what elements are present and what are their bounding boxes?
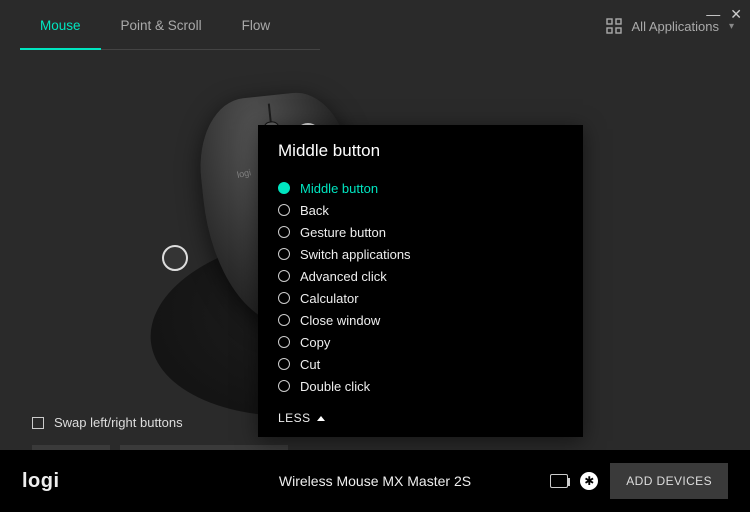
radio-icon <box>278 380 290 392</box>
option-label: Back <box>300 203 329 218</box>
option-close-window[interactable]: Close window <box>278 309 573 331</box>
tab-point-scroll[interactable]: Point & Scroll <box>101 2 222 49</box>
mouse-brand-text: logi <box>236 167 252 180</box>
option-label: Advanced click <box>300 269 387 284</box>
hotspot-thumb-button[interactable] <box>162 245 188 271</box>
option-label: Cut <box>300 357 320 372</box>
add-devices-button[interactable]: ADD DEVICES <box>610 463 728 499</box>
minimize-button[interactable]: — <box>706 6 720 23</box>
less-label: LESS <box>278 411 311 425</box>
tab-bar: Mouse Point & Scroll Flow All Applicatio… <box>0 0 750 50</box>
option-calculator[interactable]: Calculator <box>278 287 573 309</box>
popover-title: Middle button <box>258 125 583 173</box>
option-label: Double click <box>300 379 370 394</box>
radio-icon <box>278 226 290 238</box>
less-toggle[interactable]: LESS <box>258 401 583 437</box>
option-double-click[interactable]: Double click <box>278 375 573 397</box>
radio-icon <box>278 314 290 326</box>
receiver-icon[interactable]: ✱ <box>580 472 598 490</box>
option-copy[interactable]: Copy <box>278 331 573 353</box>
option-label: Middle button <box>300 181 378 196</box>
radio-icon <box>278 292 290 304</box>
tab-flow[interactable]: Flow <box>222 2 291 49</box>
battery-icon[interactable] <box>550 474 568 488</box>
option-back[interactable]: Back <box>278 199 573 221</box>
app-grid-icon[interactable] <box>606 18 622 34</box>
option-label: Switch applications <box>300 247 411 262</box>
option-label: Calculator <box>300 291 359 306</box>
options-list: Middle button Back Gesture button Switch… <box>258 173 583 401</box>
option-label: Copy <box>300 335 330 350</box>
option-switch-applications[interactable]: Switch applications <box>278 243 573 265</box>
radio-icon <box>278 270 290 282</box>
radio-icon <box>278 336 290 348</box>
tab-mouse[interactable]: Mouse <box>20 2 101 49</box>
option-cut[interactable]: Cut <box>278 353 573 375</box>
radio-icon <box>278 204 290 216</box>
radio-icon <box>278 358 290 370</box>
radio-icon <box>278 248 290 260</box>
option-label: Gesture button <box>300 225 386 240</box>
chevron-up-icon <box>317 416 325 421</box>
option-label: Close window <box>300 313 380 328</box>
swap-label: Swap left/right buttons <box>54 415 183 430</box>
option-advanced-click[interactable]: Advanced click <box>278 265 573 287</box>
option-middle-button[interactable]: Middle button <box>278 177 573 199</box>
close-button[interactable]: ✕ <box>730 6 742 23</box>
option-gesture-button[interactable]: Gesture button <box>278 221 573 243</box>
device-name: Wireless Mouse MX Master 2S <box>279 473 471 489</box>
brand-logo: logi <box>22 470 60 493</box>
swap-checkbox[interactable] <box>32 417 44 429</box>
footer: logi Wireless Mouse MX Master 2S ✱ ADD D… <box>0 450 750 512</box>
action-popover: Middle button Middle button Back Gesture… <box>258 125 583 437</box>
radio-icon <box>278 182 290 194</box>
